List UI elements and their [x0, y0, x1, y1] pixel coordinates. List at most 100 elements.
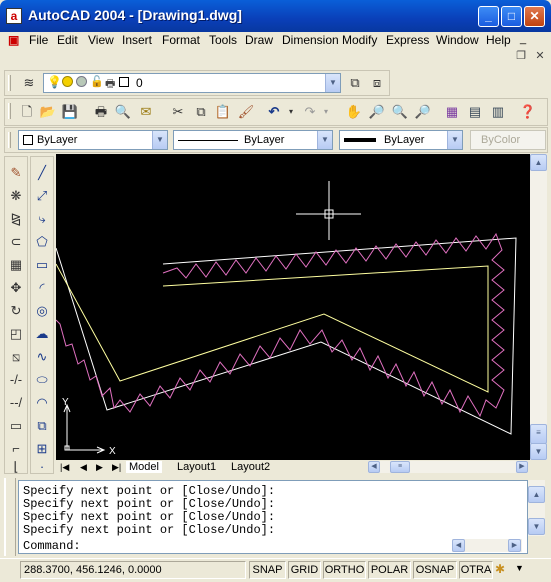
communication-center-icon[interactable]: ✱ — [495, 562, 509, 578]
command-scroll-right-icon[interactable]: ▶ — [508, 539, 521, 552]
coordinates-display[interactable]: 288.3700, 456.1246, 0.0000 — [20, 561, 246, 579]
menu-insert[interactable]: Insert — [122, 33, 152, 47]
copy-object-icon[interactable]: ❋ — [6, 186, 26, 206]
vertical-scrollbar[interactable]: ▲ ≡ ▼ — [530, 154, 547, 460]
mdi-restore-icon[interactable]: ❐ — [514, 50, 528, 64]
zoom-previous-icon[interactable]: 🔎 — [413, 102, 433, 122]
command-horizontal-scrollbar[interactable]: ◀ ▶ — [452, 539, 522, 552]
menu-file[interactable]: File — [29, 33, 48, 47]
fillet-icon[interactable]: ⌊ — [6, 457, 26, 477]
stretch-icon[interactable]: ⧅ — [6, 347, 26, 367]
tab-layout1[interactable]: Layout1 — [174, 461, 219, 473]
toolbar-grip[interactable] — [8, 75, 11, 91]
horizontal-scrollbar[interactable]: ◀ ≡ ▶ — [368, 461, 528, 473]
break-icon[interactable]: ▭ — [6, 416, 26, 436]
polygon-icon[interactable]: ⬠ — [32, 232, 52, 252]
tab-model[interactable]: Model — [126, 461, 162, 473]
chevron-down-icon[interactable]: ▼ — [325, 74, 340, 92]
offset-icon[interactable]: ⊂ — [6, 232, 26, 252]
menu-express[interactable]: Express — [386, 33, 429, 47]
spline-icon[interactable]: ∿ — [32, 347, 52, 367]
circle-icon[interactable]: ◎ — [32, 301, 52, 321]
tab-layout2[interactable]: Layout2 — [228, 461, 273, 473]
ortho-toggle[interactable]: ORTHO — [323, 561, 366, 579]
menu-help[interactable]: Help — [486, 33, 511, 47]
line-icon[interactable]: ╱ — [32, 163, 52, 183]
scroll-down-icon[interactable]: ▼ — [530, 443, 547, 460]
rotate-icon[interactable]: ↻ — [6, 301, 26, 321]
scroll-right-icon[interactable]: ▶ — [516, 461, 528, 473]
tab-next-icon[interactable]: ▶ — [96, 461, 103, 473]
menu-edit[interactable]: Edit — [57, 33, 78, 47]
pan-realtime-icon[interactable]: ✋ — [344, 102, 364, 122]
ellipse-arc-icon[interactable]: ◠ — [32, 393, 52, 413]
command-vertical-scrollbar[interactable]: ▲ ▼ — [528, 480, 545, 536]
array-icon[interactable]: ▦ — [6, 255, 26, 275]
tab-prev-icon[interactable]: ◀ — [80, 461, 87, 473]
mdi-close-icon[interactable]: ✕ — [533, 50, 547, 64]
scroll-up-icon[interactable]: ▲ — [530, 154, 547, 171]
toolbar-grip[interactable] — [8, 132, 11, 148]
zoom-window-icon[interactable]: 🔍 — [390, 102, 410, 122]
toolbar-grip[interactable] — [8, 103, 11, 119]
osnap-toggle[interactable]: OSNAP — [413, 561, 457, 579]
arc-icon[interactable]: ◜ — [32, 278, 52, 298]
layer-dropdown[interactable]: 💡 🔓 🖶 0 ▼ — [43, 73, 341, 93]
construction-line-icon[interactable]: ⤢ — [32, 186, 52, 206]
chevron-down-icon[interactable]: ▼ — [152, 131, 167, 149]
menu-tools[interactable]: Tools — [209, 33, 237, 47]
move-icon[interactable]: ✥ — [6, 278, 26, 298]
otrack-toggle[interactable]: OTRA — [459, 561, 493, 579]
menu-view[interactable]: View — [88, 33, 114, 47]
document-icon[interactable]: ▣ — [8, 33, 19, 47]
menu-modify[interactable]: Modify — [342, 33, 377, 47]
cut-icon[interactable]: ✂ — [168, 102, 188, 122]
autocad-app-icon[interactable]: a — [6, 8, 22, 24]
layer-previous-icon[interactable]: ⧈ — [367, 73, 387, 93]
lineweight-dropdown[interactable]: ByLayer ▼ — [339, 130, 463, 150]
make-object-layer-current-icon[interactable]: ⧉ — [345, 73, 365, 93]
ellipse-icon[interactable]: ⬭ — [32, 370, 52, 390]
horizontal-scroll-thumb[interactable]: ≡ — [390, 461, 410, 473]
menu-format[interactable]: Format — [162, 33, 200, 47]
publish-icon[interactable]: ✉ — [136, 102, 156, 122]
command-scroll-up-icon[interactable]: ▲ — [528, 486, 545, 503]
erase-icon[interactable]: ✎ — [6, 163, 26, 183]
command-scroll-down-icon[interactable]: ▼ — [528, 518, 545, 535]
menu-window[interactable]: Window — [436, 33, 479, 47]
open-folder-icon[interactable]: 📂 — [38, 102, 58, 122]
copy-icon[interactable]: ⧉ — [191, 102, 211, 122]
chevron-down-icon[interactable]: ▼ — [317, 131, 332, 149]
tool-palettes-icon[interactable]: ▥ — [488, 102, 508, 122]
revision-cloud-icon[interactable]: ☁ — [32, 324, 52, 344]
point-icon[interactable]: · — [32, 457, 52, 477]
maximize-button[interactable]: □ — [501, 6, 522, 27]
command-window-grip[interactable] — [4, 478, 16, 556]
new-file-icon[interactable]: 🗋 — [17, 102, 37, 122]
save-icon[interactable]: 💾 — [60, 102, 80, 122]
redo-dropdown-chevron-icon[interactable]: ▾ — [316, 102, 336, 122]
mdi-minimize-icon[interactable]: _ — [520, 33, 526, 45]
rectangle-icon[interactable]: ▭ — [32, 255, 52, 275]
mirror-icon[interactable]: ⧎ — [6, 209, 26, 229]
drawing-canvas[interactable]: Y X — [56, 154, 530, 460]
color-dropdown[interactable]: ByLayer ▼ — [18, 130, 168, 150]
plot-icon[interactable]: 🖶 — [91, 102, 111, 122]
design-center-icon[interactable]: ▤ — [465, 102, 485, 122]
chevron-down-icon[interactable]: ▼ — [447, 131, 462, 149]
properties-icon[interactable]: ▦ — [442, 102, 462, 122]
scroll-thumb[interactable]: ≡ — [530, 424, 547, 444]
linetype-dropdown[interactable]: ByLayer ▼ — [173, 130, 333, 150]
chamfer-icon[interactable]: ⌐ — [6, 439, 26, 459]
snap-toggle[interactable]: SNAP — [249, 561, 286, 579]
polar-toggle[interactable]: POLAR — [368, 561, 411, 579]
grid-toggle[interactable]: GRID — [288, 561, 321, 579]
make-block-icon[interactable]: ⊞ — [32, 439, 52, 459]
plot-preview-icon[interactable]: 🔍 — [113, 102, 133, 122]
status-menu-chevron-icon[interactable]: ▼ — [515, 563, 527, 577]
paste-icon[interactable]: 📋 — [213, 102, 233, 122]
zoom-realtime-icon[interactable]: 🔎 — [367, 102, 387, 122]
scroll-left-icon[interactable]: ◀ — [368, 461, 380, 473]
polyline-icon[interactable]: ⤷ — [32, 209, 52, 229]
command-scroll-left-icon[interactable]: ◀ — [452, 539, 465, 552]
